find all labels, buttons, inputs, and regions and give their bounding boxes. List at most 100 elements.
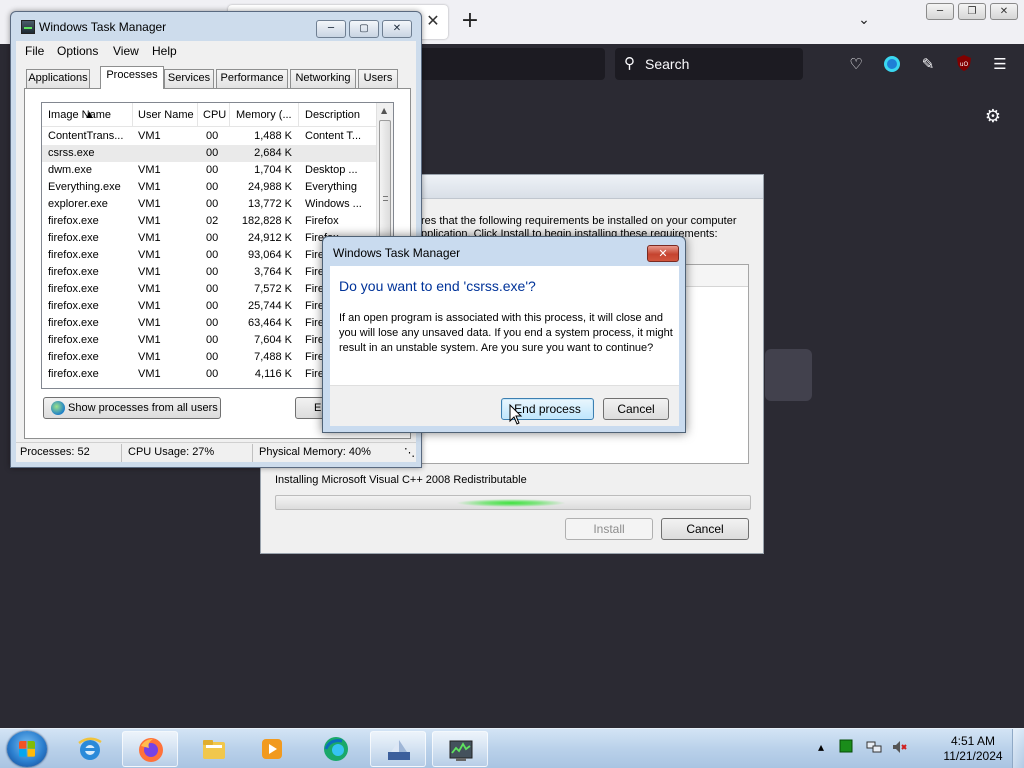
process-list-header: ▲ Image Name User Name CPU Memory (... D… bbox=[42, 103, 377, 127]
menu-options[interactable]: Options bbox=[57, 44, 98, 58]
menu-icon[interactable]: ☰ bbox=[990, 54, 1010, 74]
taskbar-edge[interactable] bbox=[308, 731, 364, 767]
menu-view[interactable]: View bbox=[113, 44, 139, 58]
cell-cpu: 02 bbox=[206, 215, 219, 227]
cell-user: VM1 bbox=[138, 215, 161, 227]
tab-applications[interactable]: Applications bbox=[26, 69, 90, 88]
cell-cpu: 00 bbox=[206, 130, 219, 142]
tm-close-button[interactable]: ✕ bbox=[382, 20, 412, 38]
col-image-name[interactable]: Image Name bbox=[48, 109, 111, 121]
cell-cpu: 00 bbox=[206, 300, 219, 312]
edge-icon bbox=[324, 737, 348, 761]
col-cpu[interactable]: CPU bbox=[203, 109, 226, 121]
shortcut-tile[interactable] bbox=[765, 349, 812, 401]
pocket-icon[interactable]: ♡ bbox=[846, 54, 866, 74]
taskbar-file-explorer[interactable] bbox=[186, 731, 242, 767]
resize-grip-icon[interactable]: ⋱ bbox=[404, 446, 415, 459]
restore-button[interactable]: ❐ bbox=[958, 3, 986, 20]
cell-user: VM1 bbox=[138, 249, 161, 261]
cell-desc: Firefox bbox=[305, 215, 339, 227]
url-bar[interactable] bbox=[400, 48, 605, 80]
table-row[interactable]: dwm.exe VM1 00 1,704 K Desktop ... bbox=[42, 162, 377, 179]
col-memory[interactable]: Memory (... bbox=[236, 109, 292, 121]
tm-minimize-button[interactable]: ─ bbox=[316, 20, 346, 38]
cell-user: VM1 bbox=[138, 283, 161, 295]
clock-time: 4:51 AM bbox=[950, 734, 996, 748]
table-row[interactable]: ContentTrans... VM1 00 1,488 K Content T... bbox=[42, 128, 377, 145]
cell-mem: 93,064 K bbox=[247, 249, 292, 261]
search-box[interactable]: ⚲ Search bbox=[615, 48, 803, 80]
gear-icon[interactable]: ⚙ bbox=[982, 106, 1004, 128]
cell-name: firefox.exe bbox=[48, 232, 99, 244]
cell-name: dwm.exe bbox=[48, 164, 93, 176]
taskbar-internet-explorer[interactable] bbox=[62, 731, 118, 767]
cell-name: firefox.exe bbox=[48, 351, 99, 363]
dialog-body: Do you want to end 'csrss.exe'? If an op… bbox=[330, 266, 679, 385]
task-manager-status-bar: Processes: 52 CPU Usage: 27% Physical Me… bbox=[16, 442, 416, 462]
col-user-name[interactable]: User Name bbox=[138, 109, 194, 121]
tray-status-icon[interactable] bbox=[838, 739, 854, 755]
cell-desc: Windows ... bbox=[305, 198, 362, 210]
end-process-dialog: Windows Task Manager ✕ Do you want to en… bbox=[322, 236, 686, 433]
taskbar: ▴ 4:51 AM 11/21/2024 bbox=[0, 728, 1024, 768]
folder-icon bbox=[203, 740, 225, 759]
status-memory: Physical Memory: 40% bbox=[259, 446, 371, 458]
cell-cpu: 00 bbox=[206, 266, 219, 278]
dialog-footer: End process Cancel bbox=[330, 385, 679, 426]
install-button[interactable]: Install bbox=[565, 518, 653, 540]
cell-mem: 25,744 K bbox=[247, 300, 292, 312]
installer-cancel-button[interactable]: Cancel bbox=[661, 518, 749, 540]
dialog-close-button[interactable]: ✕ bbox=[647, 245, 679, 262]
table-row[interactable]: Everything.exe VM1 00 24,988 K Everything bbox=[42, 179, 377, 196]
tab-networking[interactable]: Networking bbox=[290, 69, 356, 88]
volume-muted-icon[interactable] bbox=[891, 739, 907, 755]
menu-file[interactable]: File bbox=[25, 44, 44, 58]
tab-users[interactable]: Users bbox=[358, 69, 398, 88]
installer-text-line1: res that the following requirements be i… bbox=[421, 215, 737, 227]
show-desktop-button[interactable] bbox=[1012, 729, 1024, 768]
table-row[interactable]: firefox.exe VM1 02 182,828 K Firefox bbox=[42, 213, 377, 230]
show-hidden-icons[interactable]: ▴ bbox=[813, 739, 829, 755]
cell-cpu: 00 bbox=[206, 249, 219, 261]
start-button[interactable] bbox=[7, 731, 47, 767]
network-icon[interactable] bbox=[866, 739, 882, 755]
minimize-button[interactable]: ─ bbox=[926, 3, 954, 20]
taskbar-task-manager[interactable] bbox=[432, 731, 488, 767]
task-manager-tabs: Applications Processes Services Performa… bbox=[24, 66, 414, 89]
cell-user: VM1 bbox=[138, 334, 161, 346]
show-all-users-button[interactable]: Show processes from all users bbox=[43, 397, 221, 419]
tab-processes[interactable]: Processes bbox=[100, 66, 164, 89]
cell-mem: 7,572 K bbox=[254, 283, 292, 295]
tab-services[interactable]: Services bbox=[164, 69, 214, 88]
cell-cpu: 00 bbox=[206, 181, 219, 193]
cell-mem: 24,912 K bbox=[247, 232, 292, 244]
taskbar-media-player[interactable] bbox=[244, 731, 300, 767]
scroll-up-icon[interactable]: ▲ bbox=[381, 106, 387, 115]
clock[interactable]: 4:51 AM 11/21/2024 bbox=[938, 734, 1008, 764]
uac-shield-icon bbox=[51, 401, 65, 415]
dialog-heading: Do you want to end 'csrss.exe'? bbox=[339, 278, 536, 294]
table-row[interactable]: csrss.exe 00 2,684 K bbox=[42, 145, 377, 162]
cell-mem: 2,684 K bbox=[254, 147, 292, 159]
tab-performance[interactable]: Performance bbox=[216, 69, 288, 88]
cell-name: firefox.exe bbox=[48, 334, 99, 346]
menu-help[interactable]: Help bbox=[152, 44, 177, 58]
ublock-icon[interactable]: uO bbox=[954, 54, 974, 74]
dialog-cancel-button[interactable]: Cancel bbox=[603, 398, 669, 420]
internet-explorer-icon bbox=[78, 737, 102, 760]
new-tab-button[interactable]: + bbox=[458, 10, 482, 34]
tm-maximize-button[interactable]: ▢ bbox=[349, 20, 379, 38]
cell-desc: Content T... bbox=[305, 130, 362, 142]
extensions-icon[interactable]: ✎ bbox=[918, 54, 938, 74]
status-cpu: CPU Usage: 27% bbox=[128, 446, 215, 458]
cell-cpu: 00 bbox=[206, 164, 219, 176]
close-window-button[interactable]: ✕ bbox=[990, 3, 1018, 20]
cell-cpu: 00 bbox=[206, 368, 219, 380]
taskbar-firefox[interactable] bbox=[122, 731, 178, 767]
table-row[interactable]: explorer.exe VM1 00 13,772 K Windows ... bbox=[42, 196, 377, 213]
account-icon[interactable] bbox=[882, 54, 902, 74]
list-all-tabs-icon[interactable]: ⌄ bbox=[854, 12, 874, 32]
close-tab-icon[interactable]: ✕ bbox=[424, 12, 442, 30]
col-description[interactable]: Description bbox=[305, 109, 360, 121]
taskbar-installer[interactable] bbox=[370, 731, 426, 767]
